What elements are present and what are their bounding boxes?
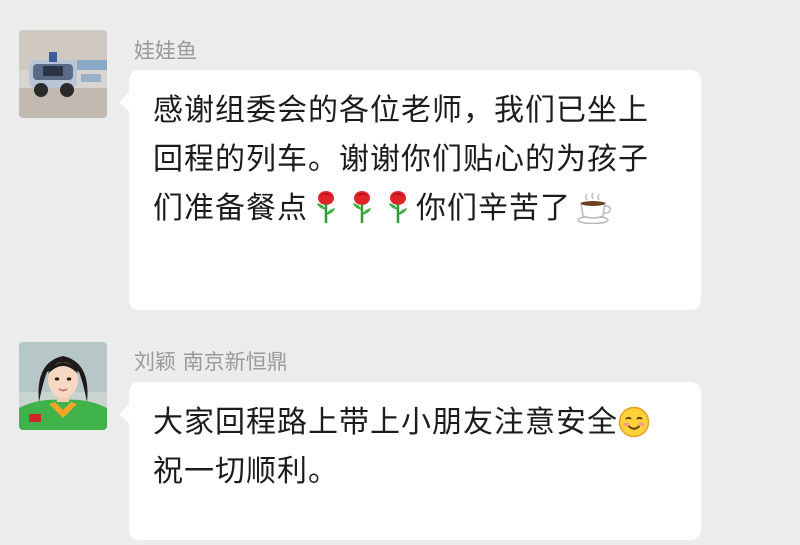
smile-emoji bbox=[618, 406, 650, 438]
avatar-wawayu[interactable] bbox=[19, 30, 107, 118]
message-text-part: 大家回程路上带上小朋友注意安全 bbox=[153, 405, 618, 440]
toy-car-avatar-image bbox=[19, 30, 107, 118]
message-text: 感谢组委会的各位老师，我们已坐上回程的列车。谢谢你们贴心的为孩子们准备餐点 你们辛… bbox=[153, 86, 679, 233]
message-bubble[interactable]: 大家回程路上带上小朋友注意安全 祝一切顺利。 bbox=[119, 382, 701, 540]
woman-avatar-image bbox=[19, 342, 107, 430]
rose-emoji bbox=[314, 190, 338, 224]
message-bubble[interactable]: 感谢组委会的各位老师，我们已坐上回程的列车。谢谢你们贴心的为孩子们准备餐点 你们辛… bbox=[119, 70, 701, 310]
avatar-liuying[interactable] bbox=[19, 342, 107, 430]
message-text-part: 你们辛苦了 bbox=[416, 191, 571, 226]
chat-message: 娃娃鱼 感谢组委会的各位老师，我们已坐上回程的列车。谢谢你们贴心的为孩子们准备餐… bbox=[0, 0, 800, 320]
rose-emoji bbox=[350, 190, 374, 224]
coffee-emoji bbox=[577, 192, 613, 224]
message-text: 大家回程路上带上小朋友注意安全 祝一切顺利。 bbox=[153, 398, 679, 496]
sender-name: 刘颖 南京新恒鼎 bbox=[134, 350, 288, 374]
rose-emoji bbox=[386, 190, 410, 224]
message-text-part: 祝一切顺利。 bbox=[153, 454, 339, 489]
chat-message: 刘颖 南京新恒鼎 大家回程路上带上小朋友注意安全 祝一切顺利。 bbox=[0, 320, 800, 545]
sender-name: 娃娃鱼 bbox=[134, 39, 197, 63]
